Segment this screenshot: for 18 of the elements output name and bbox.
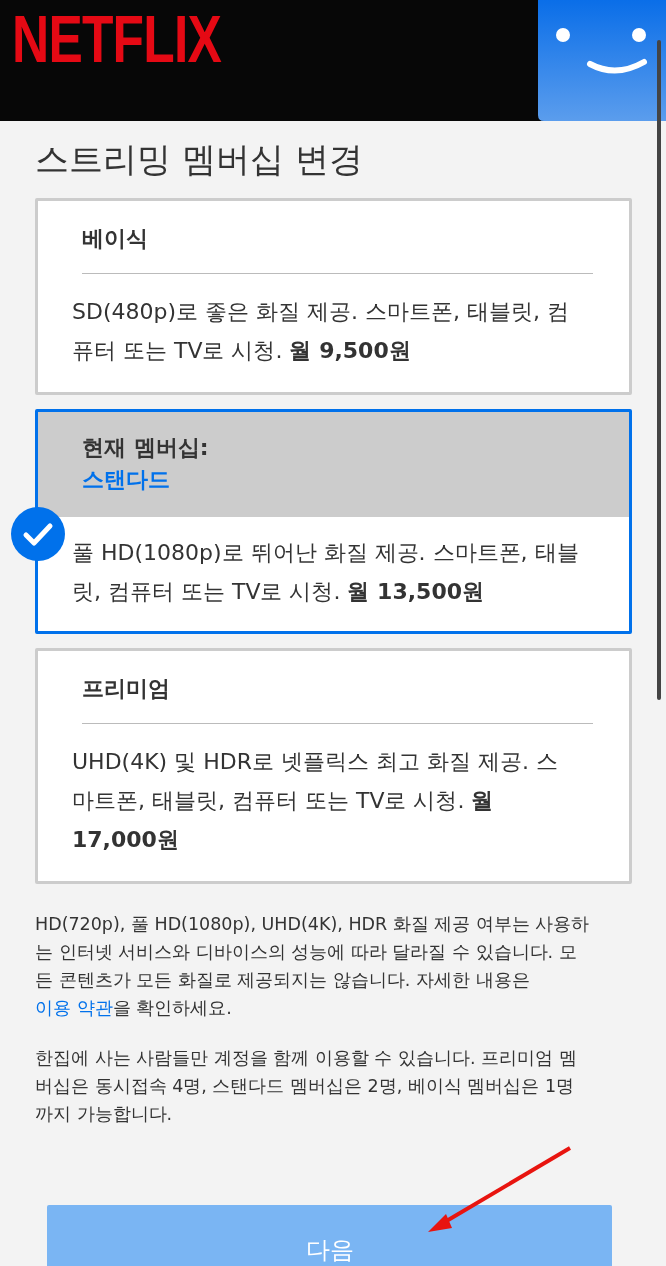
plan-name: 스탠다드 <box>82 465 171 494</box>
plan-name: 프리미엄 <box>82 675 171 704</box>
info-note: 한집에 사는 사람들만 계정을 함께 이용할 수 있습니다. 프리미엄 멤버십은 동시접속 4명, 스탠다드 멤버십은 2명, 베이식 멤버십은 1명까지 가능합니다. <box>35 1047 578 1127</box>
plan-description: 풀 HD(1080p)로 뛰어난 화질 제공. 스마트폰, 태블릿, 컴퓨터 또는 TV로 시청. 월 13,500원 <box>71 539 580 607</box>
info-note: HD(720p), 풀 HD(1080p), UHD(4K), HDR 화질 제공 여부는 사용하는 인터넷 서비스와 디바이스의 성능에 따라 달라질 수 있습니다. 모든 콘텐츠가 모든 화질로 제공되지는 않습니다. 자세한 내용은 이용 약관을 확인하세요. <box>35 913 591 1021</box>
terms-link[interactable]: 이용 약관 <box>35 998 113 1019</box>
plan-description: SD(480p)로 좋은 화질 제공. 스마트폰, 태블릿, 컴퓨터 또는 TV로 시청. 월 9,500원 <box>71 297 570 365</box>
profile-avatar-icon[interactable] <box>538 0 666 121</box>
netflix-logo: NETFLIX <box>12 6 222 72</box>
plan-card[interactable]: 프리미엄 UHD(4K) 및 HDR로 넷플릭스 최고 화질 제공. 스마트폰, 태블릿, 컴퓨터 또는 TV로 시청. 월 17,000원 <box>35 648 632 885</box>
plan-description: UHD(4K) 및 HDR로 넷플릭스 최고 화질 제공. 스마트폰, 태블릿, 컴퓨터 또는 TV로 시청. 월 17,000원 <box>71 748 559 855</box>
check-icon <box>10 505 66 562</box>
scrollbar[interactable] <box>657 40 661 700</box>
plan-name: 베이식 <box>82 224 149 253</box>
plan-card[interactable]: 베이식 SD(480p)로 좋은 화질 제공. 스마트폰, 태블릿, 컴퓨터 또는 TV로 시청. 월 9,500원 <box>35 197 632 395</box>
plan-card[interactable]: 현재 멤버십: 스탠다드 풀 HD(1080p)로 뛰어난 화질 제공. 스마트폰, 태블릿, 컴퓨터 또는 TV로 시청. 월 13,500원 <box>35 408 632 635</box>
current-plan-label: 현재 멤버십: <box>82 433 210 462</box>
page-title: 스트리밍 멤버십 변경 <box>35 139 364 180</box>
